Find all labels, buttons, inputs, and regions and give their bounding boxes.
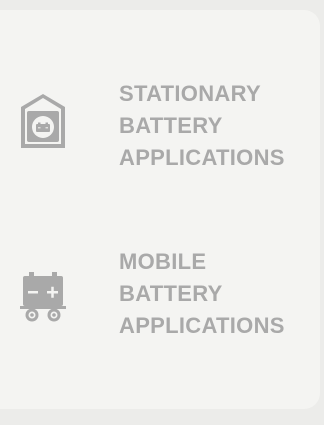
stationary-battery-applications-label: STATIONARY BATTERY APPLICATIONS <box>119 81 285 170</box>
mobile-battery-applications-label: MOBILE BATTERY APPLICATIONS <box>119 249 285 338</box>
battery-cart-icon <box>20 272 66 322</box>
mobile-battery-applications-link[interactable]: MOBILE BATTERY APPLICATIONS <box>0 246 320 366</box>
house-battery-icon <box>21 94 65 148</box>
applications-panel: STATIONARY BATTERY APPLICATIONS MOBILE B… <box>0 10 320 409</box>
stationary-battery-applications-link[interactable]: STATIONARY BATTERY APPLICATIONS <box>0 78 320 198</box>
